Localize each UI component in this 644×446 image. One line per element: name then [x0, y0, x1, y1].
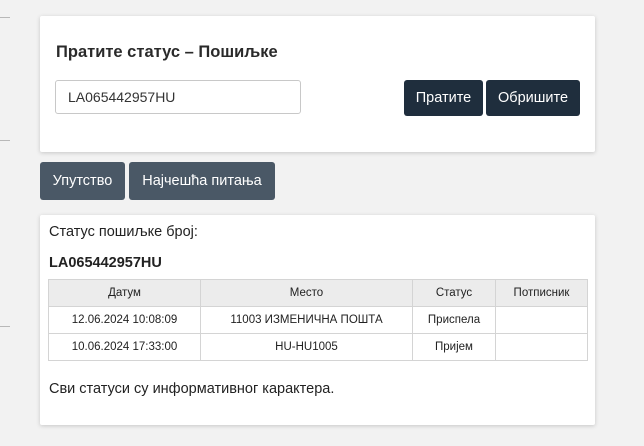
status-table: Датум Место Статус Потписник 12.06.2024 … [48, 279, 588, 361]
cell-status: Приспела [412, 306, 496, 334]
column-header-place: Место [200, 279, 413, 307]
tracking-title: Пратите статус – Пошиљке [56, 43, 278, 61]
tracking-number-input[interactable] [55, 80, 301, 114]
cell-place: HU-HU1005 [200, 333, 413, 361]
tracking-result-card: Статус пошиљке број: LA065442957HU Датум… [40, 215, 595, 425]
column-header-date: Датум [48, 279, 201, 307]
cell-date: 10.06.2024 17:33:00 [48, 333, 201, 361]
page-edge-marker [0, 140, 10, 141]
column-header-status: Статус [412, 279, 496, 307]
cell-signer [495, 333, 588, 361]
cell-place: 11003 ИЗМЕНИЧНА ПОШТА [200, 306, 413, 334]
column-header-signer: Потписник [495, 279, 588, 307]
shipment-number: LA065442957HU [49, 255, 162, 271]
tracking-search-card: Пратите статус – Пошиљке Пратите Обришит… [40, 16, 595, 152]
status-heading: Статус пошиљке број: [49, 224, 198, 240]
table-header-row: Датум Место Статус Потписник [48, 279, 588, 307]
clear-button[interactable]: Обришите [486, 80, 580, 116]
cell-status: Пријем [412, 333, 496, 361]
cell-signer [495, 306, 588, 334]
page-edge-marker [0, 326, 10, 327]
instructions-button[interactable]: Упутство [40, 162, 125, 200]
informative-note: Сви статуси су информативног карактера. [49, 381, 335, 397]
page-edge-marker [0, 17, 10, 18]
table-row: 12.06.2024 10:08:09 11003 ИЗМЕНИЧНА ПОШТ… [48, 306, 588, 334]
cell-date: 12.06.2024 10:08:09 [48, 306, 201, 334]
table-row: 10.06.2024 17:33:00 HU-HU1005 Пријем [48, 333, 588, 361]
track-button[interactable]: Пратите [404, 80, 483, 116]
faq-button[interactable]: Најчешћа питања [129, 162, 275, 200]
